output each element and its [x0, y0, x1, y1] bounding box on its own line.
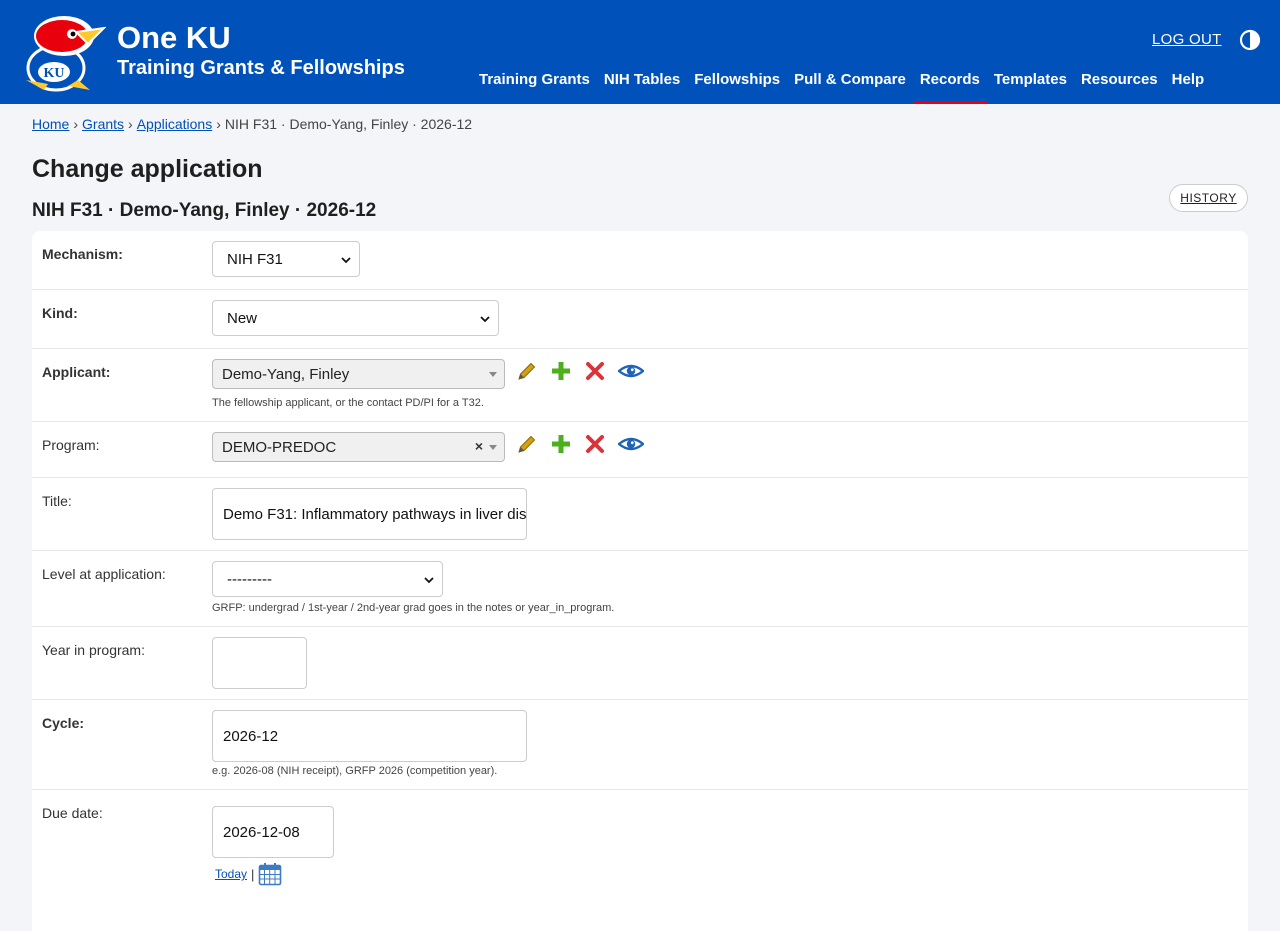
program-row: Program: DEMO-PREDOC ×: [32, 422, 1248, 478]
level-row: Level at application: --------- GRFP: un…: [32, 551, 1248, 627]
program-label: Program:: [42, 437, 100, 453]
nav-resources[interactable]: Resources: [1074, 64, 1165, 104]
record-title: NIH F31 · Demo-Yang, Finley · 2026-12: [32, 200, 377, 221]
brand-subtitle: Training Grants & Fellowships: [117, 57, 405, 79]
pencil-icon[interactable]: [516, 433, 538, 455]
kind-value: New: [227, 309, 258, 327]
nav-nih-tables[interactable]: NIH Tables: [597, 64, 687, 104]
due-date-input[interactable]: 2026-12-08: [212, 806, 334, 858]
breadcrumb: Home › Grants › Applications › NIH F31 · Demo-…: [32, 116, 472, 132]
breadcrumb-current: NIH F31 · Demo-Yang, Finley · 2026-12: [224, 116, 473, 132]
due-date-label: Due date:: [42, 805, 103, 821]
title-label: Title:: [42, 493, 72, 509]
applicant-help: The fellowship applicant, or the contact…: [212, 397, 484, 409]
nav-pull-compare[interactable]: Pull & Compare: [787, 64, 913, 104]
brand-title: One KU: [117, 20, 231, 55]
program-select[interactable]: DEMO-PREDOC ×: [212, 432, 505, 462]
chevron-down-icon: [480, 316, 490, 323]
breadcrumb-separator: ›: [128, 116, 133, 132]
nav-records[interactable]: Records: [912, 64, 987, 104]
kind-row: Kind: New: [32, 290, 1248, 349]
title-row: Title: Demo F31: Inflammatory pathways i…: [32, 478, 1248, 551]
page-title: Change application: [32, 155, 263, 183]
date-shortcuts: Today |: [215, 862, 282, 886]
nav-help[interactable]: Help: [1165, 64, 1212, 104]
clear-selection-icon[interactable]: ×: [475, 438, 483, 454]
year-in-program-input[interactable]: [212, 637, 307, 689]
shortcut-divider: |: [251, 866, 255, 882]
breadcrumb-separator: ›: [216, 116, 221, 132]
jayhawk-logo-icon[interactable]: KU: [14, 10, 106, 94]
plus-icon[interactable]: [550, 360, 572, 382]
year-in-program-label: Year in program:: [42, 642, 145, 658]
cycle-help: e.g. 2026-08 (NIH receipt), GRFP 2026 (c…: [212, 765, 498, 777]
applicant-label: Applicant:: [42, 364, 111, 380]
logout-link[interactable]: LOG OUT: [1152, 31, 1222, 48]
mechanism-value: NIH F31: [227, 250, 283, 268]
breadcrumb-home[interactable]: Home: [32, 116, 69, 132]
dropdown-arrow-icon: [489, 445, 497, 450]
breadcrumb-applications[interactable]: Applications: [137, 116, 213, 132]
nav-training-grants[interactable]: Training Grants: [472, 64, 597, 104]
due-date-row: Due date: 2026-12-08 Today |: [32, 790, 1248, 931]
x-icon[interactable]: [584, 433, 606, 455]
contrast-toggle-icon[interactable]: [1239, 29, 1261, 51]
title-input[interactable]: Demo F31: Inflammatory pathways in liver…: [212, 488, 527, 540]
mechanism-label: Mechanism:: [42, 246, 123, 262]
year-in-program-row: Year in program:: [32, 627, 1248, 700]
applicant-value: Demo-Yang, Finley: [222, 365, 350, 383]
calendar-icon[interactable]: [258, 862, 282, 886]
x-icon[interactable]: [584, 360, 606, 382]
eye-icon[interactable]: [618, 360, 644, 382]
breadcrumb-grants[interactable]: Grants: [82, 116, 124, 132]
cycle-row: Cycle: 2026-12 e.g. 2026-08 (NIH receipt…: [32, 700, 1248, 790]
svg-text:KU: KU: [44, 66, 65, 81]
program-value: DEMO-PREDOC: [222, 438, 337, 456]
mechanism-row: Mechanism: NIH F31: [32, 231, 1248, 290]
nav-templates[interactable]: Templates: [987, 64, 1074, 104]
today-link[interactable]: Today: [215, 867, 247, 881]
cycle-input[interactable]: 2026-12: [212, 710, 527, 762]
mechanism-select[interactable]: NIH F31: [212, 241, 360, 277]
applicant-actions: [516, 360, 644, 382]
level-select[interactable]: ---------: [212, 561, 443, 597]
eye-icon[interactable]: [618, 433, 644, 455]
nav-fellowships[interactable]: Fellowships: [687, 64, 787, 104]
level-value: ---------: [227, 570, 272, 588]
applicant-select[interactable]: Demo-Yang, Finley: [212, 359, 505, 389]
level-help: GRFP: undergrad / 1st-year / 2nd-year gr…: [212, 602, 615, 614]
main-nav: Training Grants NIH Tables Fellowships P…: [472, 64, 1211, 104]
site-header: KU One KU Training Grants & Fellowships …: [0, 0, 1280, 104]
history-button[interactable]: HISTORY: [1169, 184, 1248, 212]
kind-label: Kind:: [42, 305, 78, 321]
level-label: Level at application:: [42, 566, 166, 582]
cycle-label: Cycle:: [42, 715, 85, 731]
applicant-row: Applicant: Demo-Yang, Finley The fellows…: [32, 349, 1248, 422]
application-form: Mechanism: NIH F31 Kind: New Applicant: …: [32, 231, 1248, 931]
chevron-down-icon: [424, 577, 434, 584]
plus-icon[interactable]: [550, 433, 572, 455]
pencil-icon[interactable]: [516, 360, 538, 382]
breadcrumb-separator: ›: [73, 116, 79, 132]
dropdown-arrow-icon: [489, 372, 497, 377]
chevron-down-icon: [341, 257, 351, 264]
kind-select[interactable]: New: [212, 300, 499, 336]
program-actions: [516, 433, 644, 455]
